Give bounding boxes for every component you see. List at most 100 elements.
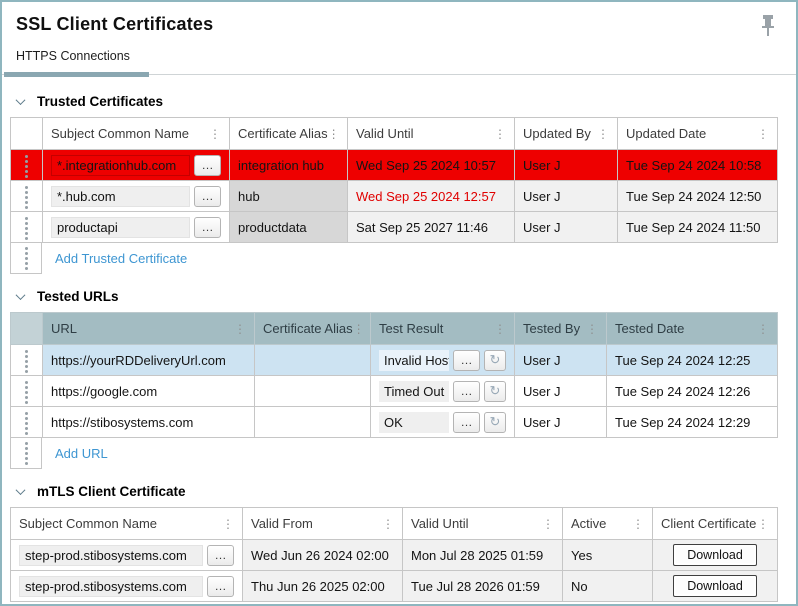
trusted-certificates-section-header[interactable]: Trusted Certificates [17,91,788,111]
drag-handle-icon [25,422,28,425]
valid-until-cell: Wed Sep 25 2024 12:57 [348,181,515,212]
ellipsis-button[interactable]: … [207,576,234,597]
updated-date-cell: Tue Sep 24 2024 12:50 [618,181,778,212]
column-menu-icon[interactable]: ⋮ [586,323,598,335]
ellipsis-button[interactable]: … [453,412,480,433]
column-header-url[interactable]: URL⋮ [43,313,255,345]
table-row[interactable]: https://google.com Timed Out … ↻ User J … [11,376,778,407]
column-menu-icon[interactable]: ⋮ [328,128,340,140]
valid-from-cell: Wed Jun 26 2024 02:00 [243,540,403,571]
row-drag-handle[interactable] [11,150,43,181]
chevron-down-icon [16,485,26,495]
column-header-valid-until[interactable]: Valid Until⋮ [403,508,563,540]
chevron-down-icon [16,290,26,300]
test-result-value: OK [379,412,449,433]
subject-input[interactable] [51,155,190,176]
column-header-alias[interactable]: Certificate Alias⋮ [255,313,371,345]
tab-bar: HTTPS Connections [10,47,788,79]
alias-cell: integration hub [230,150,348,181]
subject-input[interactable] [19,576,203,597]
column-menu-icon[interactable]: ⋮ [494,323,506,335]
valid-until-cell: Sat Sep 25 2027 11:46 [348,212,515,243]
column-menu-icon[interactable]: ⋮ [757,323,769,335]
table-header-row: Subject Common Name⋮ Valid From⋮ Valid U… [11,508,778,540]
table-row: … productdata Sat Sep 25 2027 11:46 User… [11,212,778,243]
ellipsis-button[interactable]: … [453,381,480,402]
mtls-client-certificate-table: Subject Common Name⋮ Valid From⋮ Valid U… [10,507,778,602]
add-url-link[interactable]: Add URL [55,446,108,461]
column-menu-icon[interactable]: ⋮ [597,128,609,140]
updated-by-cell: User J [515,212,618,243]
refresh-icon[interactable]: ↻ [484,350,506,371]
valid-until-cell: Tue Jul 28 2026 01:59 [403,571,563,602]
column-header-valid-until[interactable]: Valid Until⋮ [348,118,515,150]
drag-handle-icon [25,165,28,168]
subject-cell: … [43,150,230,181]
ellipsis-button[interactable]: … [453,350,480,371]
section-title: mTLS Client Certificate [37,484,186,499]
download-button[interactable]: Download [673,544,757,566]
test-result-value: Invalid Host... [379,350,449,371]
column-header-updated-date[interactable]: Updated Date⋮ [618,118,778,150]
column-header-active[interactable]: Active⋮ [563,508,653,540]
ellipsis-button[interactable]: … [194,155,221,176]
column-menu-icon[interactable]: ⋮ [382,518,394,530]
subject-cell: … [43,212,230,243]
subject-input[interactable] [51,217,190,238]
row-drag-handle[interactable] [11,345,43,376]
column-menu-icon[interactable]: ⋮ [757,518,769,530]
test-result-value: Timed Out [379,381,449,402]
tested-urls-section-header[interactable]: Tested URLs [17,286,788,306]
column-menu-icon[interactable]: ⋮ [209,128,221,140]
pin-icon[interactable] [760,14,776,38]
refresh-icon[interactable]: ↻ [484,412,506,433]
row-drag-handle [10,438,42,469]
url-cell[interactable]: https://google.com [43,376,255,407]
ellipsis-button[interactable]: … [194,186,221,207]
row-drag-handle[interactable] [11,212,43,243]
refresh-icon[interactable]: ↻ [484,381,506,402]
drag-handle-icon [25,452,28,455]
column-header-alias[interactable]: Certificate Alias⋮ [230,118,348,150]
ellipsis-button[interactable]: … [194,217,221,238]
updated-date-cell: Tue Sep 24 2024 10:58 [618,150,778,181]
row-drag-handle [10,243,42,274]
column-header-test-result[interactable]: Test Result⋮ [371,313,515,345]
download-button[interactable]: Download [673,575,757,597]
alias-cell [255,376,371,407]
column-header-tested-date[interactable]: Tested Date⋮ [607,313,778,345]
column-header-valid-from[interactable]: Valid From⋮ [243,508,403,540]
column-menu-icon[interactable]: ⋮ [222,518,234,530]
mtls-client-certificate-section-header[interactable]: mTLS Client Certificate [17,481,788,501]
column-menu-icon[interactable]: ⋮ [353,323,365,335]
ellipsis-button[interactable]: … [207,545,234,566]
subject-input[interactable] [19,545,203,566]
subject-input[interactable] [51,186,190,207]
row-drag-handle[interactable] [11,376,43,407]
add-trusted-certificate-link[interactable]: Add Trusted Certificate [55,251,187,266]
column-header-subject[interactable]: Subject Common Name⋮ [11,508,243,540]
column-header-updated-by[interactable]: Updated By⋮ [515,118,618,150]
test-result-cell: OK … ↻ [371,407,515,438]
chevron-down-icon [16,95,26,105]
table-row[interactable]: https://stibosystems.com OK … ↻ User J T… [11,407,778,438]
column-menu-icon[interactable]: ⋮ [494,128,506,140]
url-cell[interactable]: https://yourRDDeliveryUrl.com [43,345,255,376]
tab-https-connections[interactable]: HTTPS Connections [16,49,130,63]
column-header-subject[interactable]: Subject Common Name⋮ [43,118,230,150]
column-header-client-certificate[interactable]: Client Certificate⋮ [653,508,778,540]
column-header-tested-by[interactable]: Tested By⋮ [515,313,607,345]
drag-handle-icon [25,196,28,199]
url-cell[interactable]: https://stibosystems.com [43,407,255,438]
table-row: … Thu Jun 26 2025 02:00 Tue Jul 28 2026 … [11,571,778,602]
column-menu-icon[interactable]: ⋮ [542,518,554,530]
row-drag-handle[interactable] [11,407,43,438]
column-menu-icon[interactable]: ⋮ [632,518,644,530]
table-row[interactable]: https://yourRDDeliveryUrl.com Invalid Ho… [11,345,778,376]
alias-cell: hub [230,181,348,212]
row-drag-handle[interactable] [11,181,43,212]
table-header-row: Subject Common Name⋮ Certificate Alias⋮ … [11,118,778,150]
column-menu-icon[interactable]: ⋮ [234,323,246,335]
drag-handle-icon [25,391,28,394]
column-menu-icon[interactable]: ⋮ [757,128,769,140]
